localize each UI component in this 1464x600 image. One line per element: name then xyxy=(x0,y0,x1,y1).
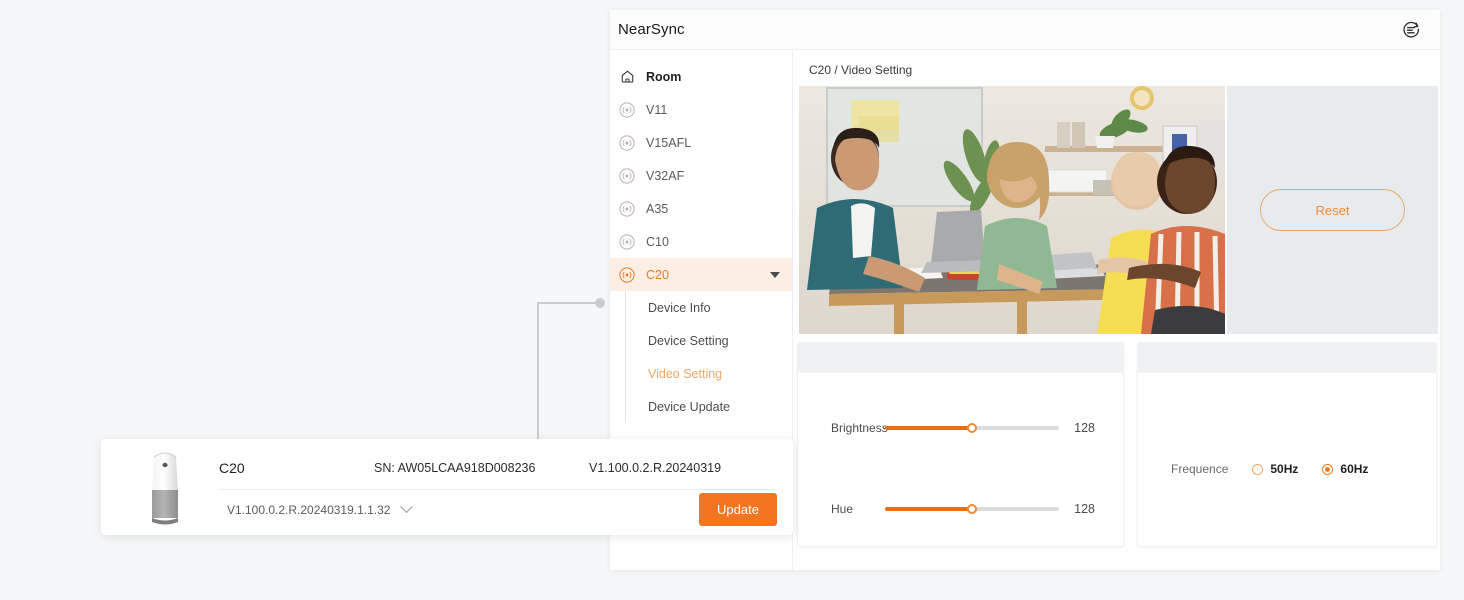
sidebar-item-c20[interactable]: C20 xyxy=(610,258,792,291)
slider-hue-value: 128 xyxy=(1074,502,1095,516)
update-button[interactable]: Update xyxy=(699,493,777,526)
reset-button[interactable]: Reset xyxy=(1260,189,1405,231)
chevron-down-icon[interactable] xyxy=(770,271,780,278)
content-area: C20 / Video Setting Reset Brightness 128… xyxy=(793,50,1440,570)
sidebar-item-c10-label: C10 xyxy=(646,234,669,249)
slider-brightness: Brightness 128 xyxy=(831,421,1095,435)
sidebar-item-room-label: Room xyxy=(646,69,682,84)
sidebar-item-v32af-label: V32AF xyxy=(646,168,685,183)
slider-hue-thumb[interactable] xyxy=(967,504,977,514)
frequence-card-header xyxy=(1138,343,1436,373)
frequence-row: Frequence 50Hz 60Hz xyxy=(1171,462,1392,476)
device-signal-icon xyxy=(616,198,638,220)
modal-info-row: C20 SN: AW05LCAA918D008236 V1.100.0.2.R.… xyxy=(219,447,777,490)
sliders-card-body: Brightness 128 Hue 128 xyxy=(798,373,1123,546)
sidebar-item-v11[interactable]: V11 xyxy=(610,93,792,126)
slider-hue-label: Hue xyxy=(831,502,854,516)
version-select-value: V1.100.0.2.R.20240319.1.1.32 xyxy=(227,502,391,517)
slider-hue: Hue 128 xyxy=(831,502,1095,516)
app-brand: NearSync xyxy=(618,21,685,38)
radio-icon xyxy=(1252,463,1264,475)
device-signal-icon xyxy=(616,132,638,154)
sidebar-subitem-video-setting[interactable]: Video Setting xyxy=(627,357,792,390)
sidebar-subitem-device-setting[interactable]: Device Setting xyxy=(627,324,792,357)
settings-row: Brightness 128 Hue 128 Frequence 50Hz 60… xyxy=(793,334,1440,547)
modal-serial-number: SN: AW05LCAA918D008236 xyxy=(374,461,536,475)
c20-speakerphone-icon xyxy=(152,452,178,525)
annotation-connector xyxy=(537,298,605,440)
slider-hue-fill xyxy=(885,507,972,511)
sidebar-subitem-device-info[interactable]: Device Info xyxy=(627,291,792,324)
sidebar-submenu: Device Info Device Setting Video Setting… xyxy=(625,291,792,423)
slider-hue-track[interactable] xyxy=(885,504,1059,514)
slider-brightness-thumb[interactable] xyxy=(967,423,977,433)
sliders-card: Brightness 128 Hue 128 xyxy=(797,342,1124,547)
frequence-card-body: Frequence 50Hz 60Hz xyxy=(1138,373,1436,546)
sidebar-item-a35-label: A35 xyxy=(646,201,669,216)
modal-device-name: C20 xyxy=(219,460,245,476)
reset-panel: Reset xyxy=(1227,86,1438,334)
frequence-option-60hz[interactable]: 60Hz xyxy=(1322,462,1368,476)
home-icon xyxy=(616,66,638,88)
version-select[interactable]: V1.100.0.2.R.20240319.1.1.32 xyxy=(227,500,417,517)
sidebar-item-v15afl[interactable]: V15AFL xyxy=(610,126,792,159)
sidebar-item-a35[interactable]: A35 xyxy=(610,192,792,225)
connector-dot xyxy=(595,298,605,308)
connector-vertical-line xyxy=(537,302,539,440)
connector-horizontal-line xyxy=(537,302,601,304)
sidebar-item-v15afl-label: V15AFL xyxy=(646,135,692,150)
device-signal-icon xyxy=(616,99,638,121)
slider-brightness-value: 128 xyxy=(1074,421,1095,435)
radio-checked-icon xyxy=(1322,463,1334,475)
frequence-option-50hz-label: 50Hz xyxy=(1270,462,1299,476)
sidebar-item-v32af[interactable]: V32AF xyxy=(610,159,792,192)
device-signal-icon xyxy=(616,165,638,187)
device-signal-icon xyxy=(616,231,638,253)
sidebar-item-c20-label: C20 xyxy=(646,267,669,282)
conference-room-image xyxy=(799,86,1225,334)
frequence-label: Frequence xyxy=(1171,462,1229,476)
slider-brightness-label: Brightness xyxy=(831,421,888,435)
video-preview xyxy=(799,86,1225,334)
modal-current-version: V1.100.0.2.R.20240319 xyxy=(589,461,722,475)
frequence-option-50hz[interactable]: 50Hz xyxy=(1252,462,1298,476)
sliders-card-header xyxy=(798,343,1123,373)
chevron-down-icon xyxy=(400,500,414,514)
titlebar-actions xyxy=(1400,19,1422,41)
frequence-option-60hz-label: 60Hz xyxy=(1340,462,1369,476)
breadcrumb: C20 / Video Setting xyxy=(809,63,913,77)
modal-action-row: V1.100.0.2.R.20240319.1.1.32 Update xyxy=(219,490,777,527)
slider-brightness-track[interactable] xyxy=(885,423,1059,433)
preview-row: Reset xyxy=(793,86,1440,334)
frequence-card: Frequence 50Hz 60Hz xyxy=(1137,342,1437,547)
slider-brightness-fill xyxy=(885,426,972,430)
modal-device-thumbnail xyxy=(111,447,219,527)
device-update-modal: C20 SN: AW05LCAA918D008236 V1.100.0.2.R.… xyxy=(101,439,793,535)
modal-content: C20 SN: AW05LCAA918D008236 V1.100.0.2.R.… xyxy=(219,447,777,527)
sidebar-item-v11-label: V11 xyxy=(646,102,668,117)
sidebar-item-c10[interactable]: C10 xyxy=(610,225,792,258)
sidebar-subitem-device-update[interactable]: Device Update xyxy=(627,390,792,423)
titlebar: NearSync xyxy=(610,10,1440,50)
sidebar-item-room[interactable]: Room xyxy=(610,60,792,93)
device-signal-icon xyxy=(616,264,638,286)
circle-lines-icon[interactable] xyxy=(1400,19,1422,41)
